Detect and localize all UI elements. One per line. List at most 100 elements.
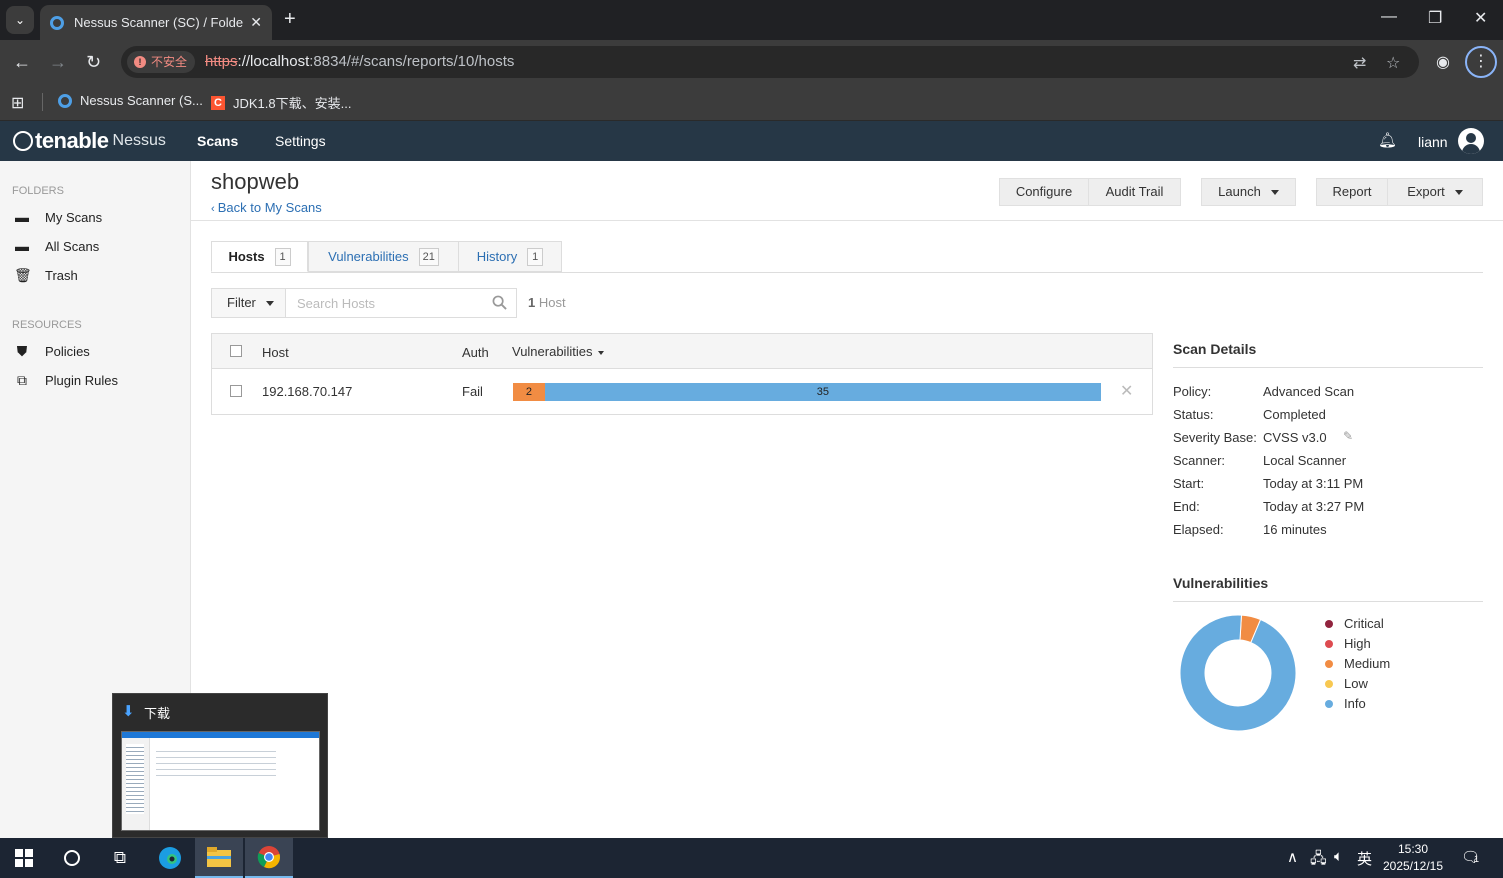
minimize-icon[interactable]: — [1381, 8, 1397, 26]
filter-label: Filter [227, 295, 256, 310]
bookmark-star-icon[interactable]: ☆ [1386, 53, 1400, 73]
url-protocol: https [205, 53, 238, 70]
chrome-browser-icon[interactable] [245, 838, 293, 878]
tab-vulnerabilities[interactable]: Vulnerabilities 21 [308, 241, 459, 272]
column-header-vulnerabilities[interactable]: Vulnerabilities [512, 344, 605, 359]
back-arrow-icon[interactable]: ← [13, 52, 31, 72]
report-button[interactable]: Report [1316, 178, 1388, 206]
browser-tab-title: Nessus Scanner (SC) / Folders / View Sca… [74, 15, 244, 30]
restore-icon[interactable]: ❐ [1428, 8, 1442, 28]
detail-value: 16 minutes [1263, 522, 1327, 537]
detail-row-policy: Policy: Advanced Scan [1173, 379, 1483, 402]
column-header-auth[interactable]: Auth [462, 345, 489, 360]
start-button[interactable] [0, 838, 48, 878]
profile-icon[interactable]: ◉ [1436, 52, 1450, 72]
legend-label: Critical [1344, 616, 1384, 631]
detail-label: Scanner: [1173, 453, 1226, 468]
volume-icon[interactable]: 🔈︎ [1334, 848, 1343, 865]
column-header-host[interactable]: Host [262, 345, 289, 360]
host-count-label: Host [538, 295, 566, 310]
severity-segment-info[interactable]: 35 [544, 383, 1101, 401]
page-title: shopweb [211, 169, 300, 194]
network-icon[interactable]: 🖧︎ [1310, 848, 1327, 873]
address-bar[interactable]: ! 不安全 https://localhost:8834/#/scans/rep… [121, 46, 1419, 78]
vulnerability-severity-bar[interactable]: 2 35 [513, 383, 1101, 401]
user-avatar-icon[interactable] [1458, 128, 1484, 154]
legend-item-high[interactable]: High [1323, 634, 1390, 654]
browser-menu-icon[interactable]: ⋮ [1465, 46, 1497, 78]
window-close-icon[interactable]: ✕ [1474, 8, 1487, 28]
bookmark-jdk[interactable]: C JDK1.8下载、安装... [211, 93, 351, 112]
configure-button[interactable]: Configure [999, 178, 1089, 206]
sidebar-item-all-scans[interactable]: ▬ All Scans [14, 235, 184, 257]
sidebar-item-label: Policies [45, 343, 90, 359]
remove-host-icon[interactable]: ✕ [1120, 381, 1133, 401]
search-hosts-input[interactable] [287, 289, 487, 317]
apps-grid-icon[interactable]: ⊞ [11, 93, 24, 113]
browser-tab-strip: ⌄ Nessus Scanner (SC) / Folders / View S… [0, 0, 1503, 40]
legend-label: Info [1344, 696, 1366, 711]
tab-history[interactable]: History 1 [458, 241, 562, 272]
tab-hosts[interactable]: Hosts 1 [211, 241, 308, 272]
close-tab-icon[interactable]: ✕ [250, 14, 262, 31]
tab-search-button[interactable]: ⌄ [6, 6, 34, 34]
task-view-icon[interactable]: ⧉ [96, 838, 144, 878]
url-text[interactable]: https://localhost:8834/#/scans/reports/1… [205, 53, 514, 70]
nav-settings[interactable]: Settings [275, 133, 326, 149]
translate-icon[interactable]: ⇄ [1353, 53, 1366, 73]
table-row[interactable]: 192.168.70.147 Fail 2 35 ✕ [212, 370, 1152, 414]
detail-row-end: End: Today at 3:27 PM [1173, 494, 1483, 517]
chevron-down-icon [265, 301, 274, 307]
audit-trail-button[interactable]: Audit Trail [1088, 178, 1181, 206]
download-preview-popup[interactable]: ⬇ 下载 [112, 693, 328, 838]
legend-item-low[interactable]: Low [1323, 674, 1390, 694]
new-tab-icon[interactable]: + [284, 8, 296, 31]
legend-item-info[interactable]: Info [1323, 694, 1390, 714]
download-popup-title: 下载 [144, 706, 171, 721]
legend-item-medium[interactable]: Medium [1323, 654, 1390, 674]
tenable-logo[interactable]: tenable Nessus [13, 128, 166, 154]
header-divider [191, 220, 1503, 221]
main-content: shopweb ‹ Back to My Scans Configure Aud… [191, 161, 1503, 838]
back-to-my-scans-link[interactable]: ‹ Back to My Scans [211, 200, 322, 215]
browser-tab[interactable]: Nessus Scanner (SC) / Folders / View Sca… [40, 5, 272, 40]
legend-item-critical[interactable]: Critical [1323, 614, 1390, 634]
severity-segment-medium[interactable]: 2 [513, 383, 545, 401]
username[interactable]: liann [1418, 134, 1448, 150]
notification-bell-icon[interactable]: 🔔︎ [1378, 131, 1397, 149]
launch-button[interactable]: Launch [1201, 178, 1296, 206]
edge-browser-icon[interactable] [146, 838, 194, 878]
detail-value: Completed [1263, 407, 1326, 422]
sidebar-item-plugin-rules[interactable]: ⧉ Plugin Rules [14, 369, 184, 391]
window-preview-image[interactable] [121, 731, 320, 831]
select-all-checkbox[interactable] [230, 345, 242, 357]
auth-status: Fail [462, 384, 483, 399]
filter-button[interactable]: Filter [212, 289, 286, 317]
reload-icon[interactable]: ↻ [86, 52, 101, 72]
row-checkbox[interactable] [230, 385, 242, 397]
folder-icon: ▬ [15, 238, 29, 254]
host-ip[interactable]: 192.168.70.147 [262, 384, 352, 399]
ime-indicator[interactable]: 英 [1357, 848, 1372, 869]
edit-pencil-icon[interactable]: ✎ [1343, 429, 1353, 443]
donut-slice-info[interactable] [1179, 614, 1297, 732]
bookmark-nessus[interactable]: Nessus Scanner (S... [58, 93, 203, 108]
tray-chevron-up-icon[interactable]: ∧ [1287, 848, 1298, 866]
not-secure-badge[interactable]: ! 不安全 [127, 51, 196, 73]
file-explorer-icon[interactable] [195, 838, 243, 878]
notification-center-icon[interactable]: 🗨︎1 [1461, 848, 1480, 866]
clock-time: 15:30 [1397, 842, 1429, 856]
forward-arrow-icon[interactable]: → [49, 52, 67, 72]
sidebar-item-my-scans[interactable]: ▬ My Scans [14, 206, 184, 228]
export-button[interactable]: Export [1387, 178, 1483, 206]
search-icon[interactable] [492, 295, 507, 310]
nav-scans[interactable]: Scans [197, 133, 238, 149]
sidebar-item-policies[interactable]: ⛊ Policies [14, 340, 184, 362]
tab-label: Hosts [228, 249, 265, 264]
logo-product: Nessus [112, 132, 166, 149]
search-button[interactable] [48, 838, 96, 878]
system-clock[interactable]: 15:30 2025/12/15 [1376, 841, 1450, 875]
vulnerabilities-donut-chart[interactable] [1179, 614, 1297, 732]
sidebar-item-trash[interactable]: 🗑︎ Trash [14, 264, 184, 286]
host-count-number: 1 [528, 295, 536, 310]
